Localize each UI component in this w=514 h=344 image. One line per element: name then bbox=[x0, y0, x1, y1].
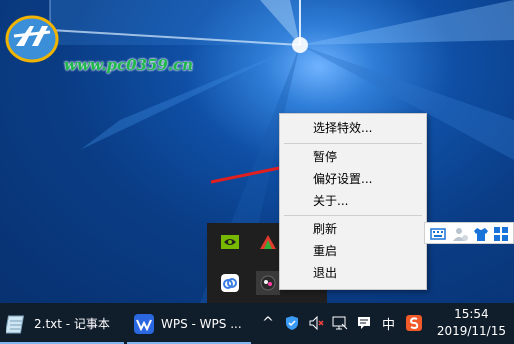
colorful-app-icon[interactable] bbox=[256, 230, 280, 254]
clock-date: 2019/11/15 bbox=[436, 324, 506, 338]
wps-icon bbox=[134, 313, 154, 334]
wallpaper-app-icon[interactable] bbox=[256, 271, 280, 295]
menu-item-exit[interactable]: 退出 bbox=[280, 262, 426, 284]
cloud-icon[interactable] bbox=[218, 271, 242, 295]
shirt-icon[interactable] bbox=[473, 226, 489, 242]
site-logo-icon bbox=[5, 15, 59, 63]
menu-item-preferences[interactable]: 偏好设置... bbox=[280, 168, 426, 190]
task-label: WPS - WPS ... bbox=[161, 316, 242, 331]
menu-separator bbox=[284, 143, 422, 144]
clock-time: 15:54 bbox=[454, 307, 489, 321]
volume-muted-icon[interactable] bbox=[308, 315, 324, 331]
ime-language-indicator[interactable]: 中 bbox=[382, 314, 395, 333]
menu-item-about[interactable]: 关于... bbox=[280, 190, 426, 212]
show-hidden-icons-chevron[interactable]: ^ bbox=[260, 315, 276, 331]
task-label: 2.txt - 记事本 bbox=[34, 317, 110, 331]
network-icon[interactable] bbox=[332, 315, 348, 331]
shield-icon[interactable] bbox=[284, 315, 300, 331]
action-center-icon[interactable] bbox=[356, 315, 372, 331]
system-clock[interactable]: 15:54 2019/11/15 bbox=[437, 306, 506, 340]
nvidia-icon[interactable] bbox=[218, 230, 242, 254]
taskbar-item-wps[interactable]: WPS - WPS ... bbox=[127, 303, 251, 344]
context-menu: 选择特效... 暂停 偏好设置... 关于... 刷新 重启 退出 bbox=[279, 113, 427, 290]
taskbar: 2.txt - 记事本 WPS - WPS ... ^ 中 15:54 2019… bbox=[0, 303, 514, 344]
watermark-text: www.pc0359.cn bbox=[64, 56, 194, 74]
ime-toolbar bbox=[424, 222, 514, 244]
menu-separator bbox=[284, 215, 422, 216]
menu-item-select-effect[interactable]: 选择特效... bbox=[280, 117, 426, 139]
menu-item-refresh[interactable]: 刷新 bbox=[280, 218, 426, 240]
notepad-icon bbox=[6, 315, 25, 333]
user-icon[interactable] bbox=[452, 226, 468, 242]
grid-icon[interactable] bbox=[493, 226, 509, 242]
menu-item-pause[interactable]: 暂停 bbox=[280, 146, 426, 168]
watermark: www.pc0359.cn bbox=[4, 12, 204, 74]
keyboard-icon[interactable] bbox=[430, 226, 446, 242]
sogou-ime-icon[interactable] bbox=[406, 315, 422, 331]
taskbar-item-notepad[interactable]: 2.txt - 记事本 bbox=[0, 303, 124, 344]
menu-item-restart[interactable]: 重启 bbox=[280, 240, 426, 262]
